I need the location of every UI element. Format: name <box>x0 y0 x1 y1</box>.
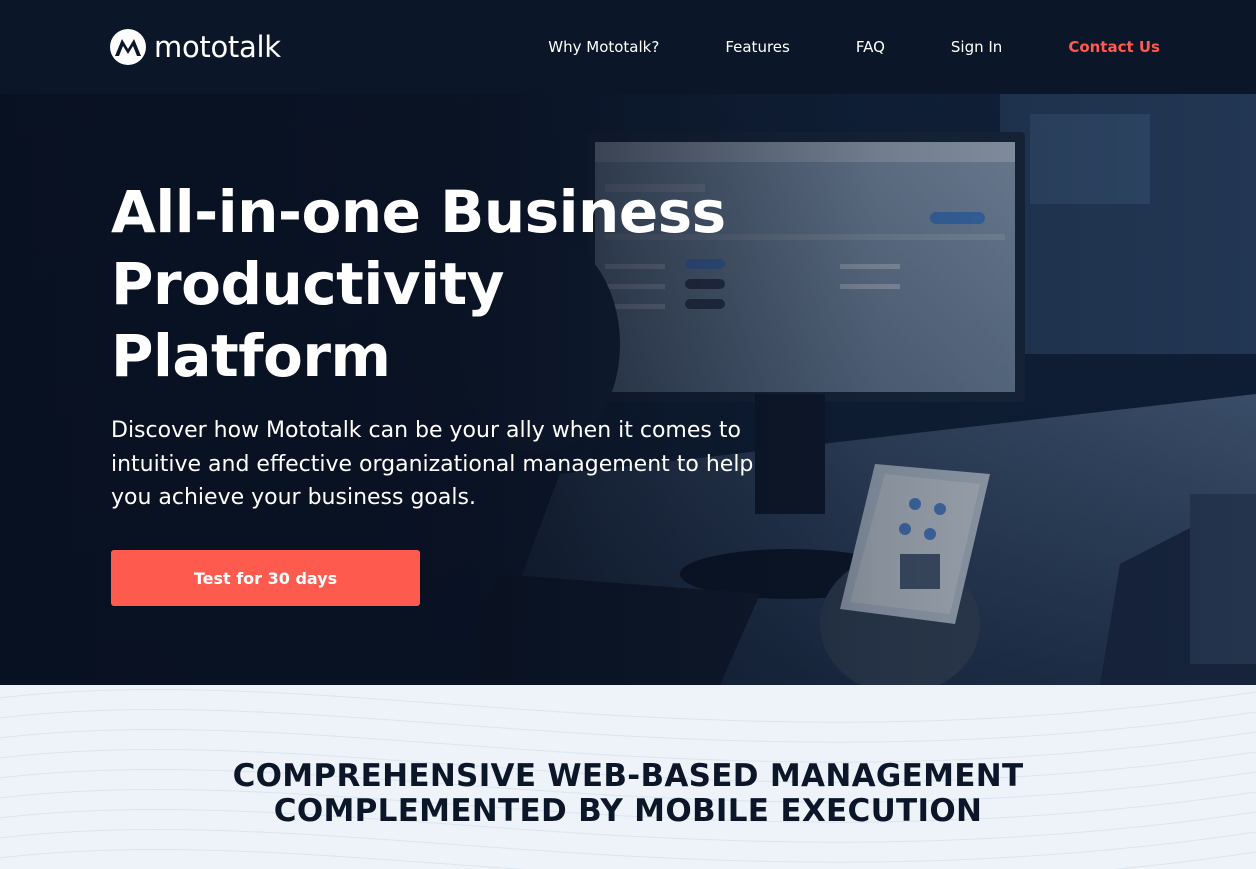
nav-features[interactable]: Features <box>725 38 790 56</box>
nav-faq[interactable]: FAQ <box>856 38 885 56</box>
hero-subtitle: Discover how Mototalk can be your ally w… <box>111 418 754 510</box>
brand-name: mototalk <box>154 30 281 64</box>
features-intro-section: COMPREHENSIVE WEB-BASED MANAGEMENT COMPL… <box>0 685 1256 869</box>
nav-sign-in[interactable]: Sign In <box>951 38 1002 56</box>
brand-logo[interactable]: mototalk <box>110 28 281 66</box>
motorola-batwing-icon <box>110 29 146 65</box>
section-heading: COMPREHENSIVE WEB-BASED MANAGEMENT COMPL… <box>0 759 1256 829</box>
test-30-days-button[interactable]: Test for 30 days <box>111 550 420 606</box>
nav-why-mototalk[interactable]: Why Mototalk? <box>548 38 659 56</box>
section-heading-line-2: COMPLEMENTED BY MOBILE EXECUTION <box>273 793 983 829</box>
hero-content: All-in-one Business Productivity Platfor… <box>111 176 811 515</box>
top-navigation-bar: mototalk Why Mototalk? Features FAQ Sign… <box>0 0 1256 94</box>
main-nav: Why Mototalk? Features FAQ Sign In Conta… <box>482 0 1160 94</box>
hero-title: All-in-one Business Productivity Platfor… <box>111 178 726 390</box>
section-heading-line-1: COMPREHENSIVE WEB-BASED MANAGEMENT <box>232 758 1024 794</box>
hero-section: All-in-one Business Productivity Platfor… <box>0 94 1256 685</box>
nav-contact-us[interactable]: Contact Us <box>1068 38 1160 56</box>
